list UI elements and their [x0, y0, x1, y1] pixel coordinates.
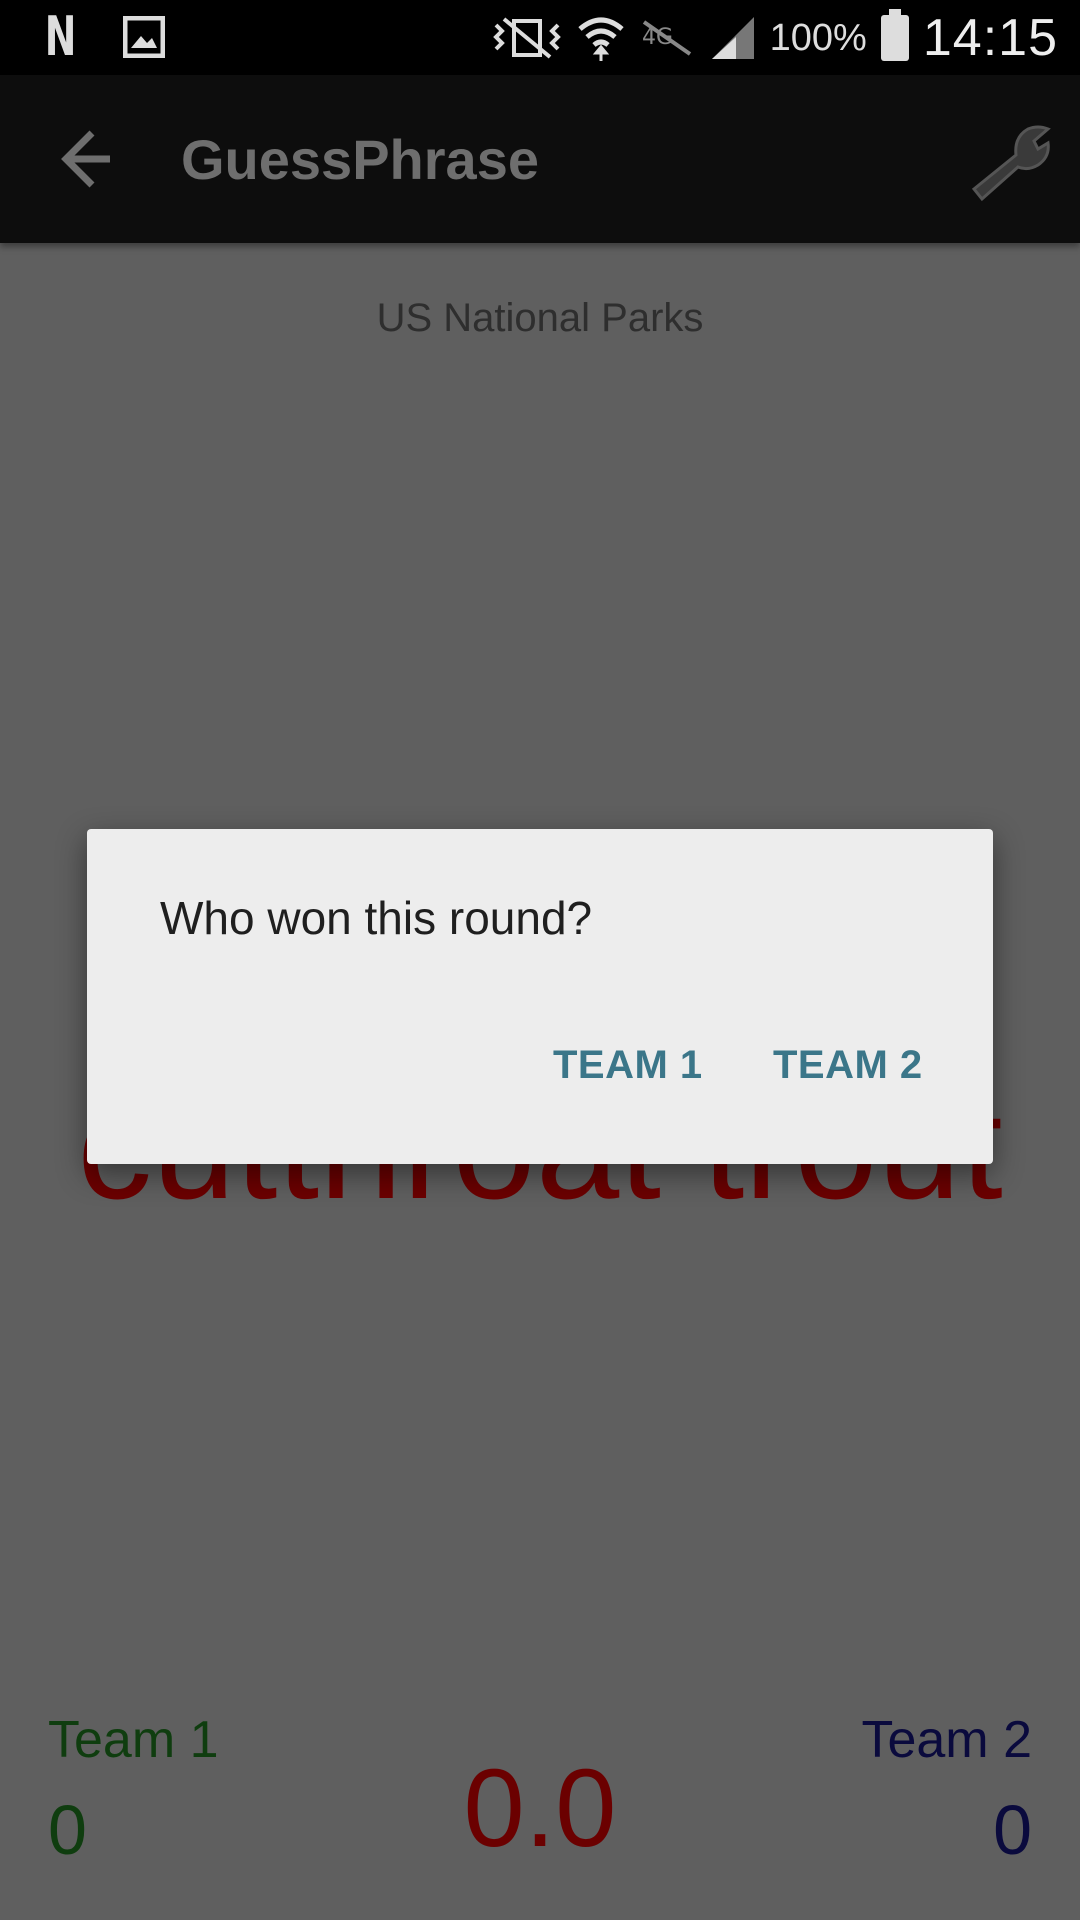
dialog-title: Who won this round? — [160, 892, 593, 944]
wifi-icon — [578, 17, 624, 61]
team2-button[interactable]: TEAM 2 — [773, 1043, 923, 1088]
status-bar: N 4G 100% 14:15 — [0, 0, 1080, 75]
app-bar: GuessPhrase — [0, 75, 1080, 243]
back-arrow-icon — [61, 130, 110, 188]
signal-icon — [711, 17, 754, 59]
clock: 14:15 — [922, 9, 1058, 67]
category-label: US National Parks — [376, 296, 704, 340]
lte-icon: 4G — [642, 20, 691, 56]
status-right: 4G 100% 14:15 — [492, 6, 1058, 70]
app-title: GuessPhrase — [181, 128, 539, 191]
gallery-icon — [123, 16, 166, 58]
netflix-icon: N — [44, 5, 77, 68]
team1-button[interactable]: TEAM 1 — [553, 1043, 703, 1088]
status-left: N — [38, 5, 166, 68]
round-winner-dialog: Who won this round? TEAM 1 TEAM 2 — [87, 829, 993, 1164]
team2-label: Team 2 — [861, 1711, 1032, 1769]
battery-percent: 100% — [769, 16, 867, 59]
settings-button[interactable] — [964, 115, 1054, 205]
team2-score: 0 — [993, 1791, 1032, 1869]
vibrate-icon — [492, 17, 561, 59]
wrench-icon — [971, 125, 1051, 202]
back-button[interactable] — [40, 123, 130, 195]
battery-icon — [880, 9, 909, 61]
